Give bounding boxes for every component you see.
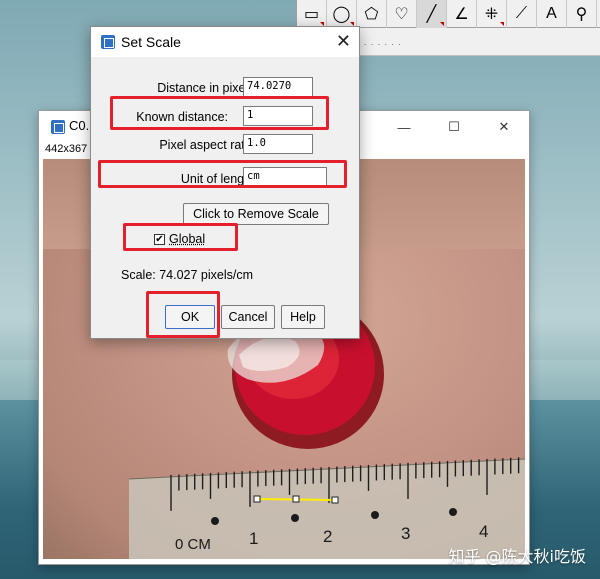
status-dots: · · · · · · · — [357, 40, 402, 49]
oval-tool-icon: ◯ — [332, 6, 351, 23]
image-info: 442x367 — [45, 143, 88, 155]
highlight-unit-of-length — [98, 160, 347, 188]
minimize-button[interactable]: — — [389, 117, 419, 137]
help-button[interactable]: Help — [281, 305, 325, 329]
ruler-dot — [211, 517, 219, 525]
rectangle-tool-button[interactable]: ▭ — [297, 0, 327, 28]
ruler-label-4: 4 — [479, 522, 488, 541]
point-tool-icon: ⁜ — [484, 6, 499, 23]
rectangle-tool-icon: ▭ — [303, 6, 320, 23]
line-tool-icon: ╱ — [426, 6, 437, 23]
highlight-global — [123, 223, 238, 251]
freehand-tool-icon: ♡ — [394, 6, 409, 23]
menu-indicator-icon — [500, 22, 504, 26]
distance-label: Distance in pixels: — [157, 81, 258, 95]
oval-tool-button[interactable]: ◯ — [327, 0, 357, 28]
angle-tool-button[interactable]: ∠ — [447, 0, 477, 28]
menu-indicator-icon — [440, 22, 444, 26]
ruler-dot — [449, 508, 457, 516]
text-tool-button[interactable]: A — [537, 0, 567, 28]
pixel-aspect-ratio-field[interactable]: 1.0 — [243, 134, 313, 154]
watermark: 知乎 @陈大秋i吃饭 — [448, 547, 586, 566]
wand-tool-icon: ⟋ — [515, 5, 528, 22]
distance-in-pixels-field[interactable]: 74.0270 — [243, 77, 313, 97]
scale-text: Scale: 74.027 pixels/cm — [121, 268, 254, 282]
point-tool-button[interactable]: ⁜ — [477, 0, 507, 28]
dialog-close-button[interactable]: ✕ — [336, 31, 351, 52]
ruler-label-0: 0 CM — [175, 536, 211, 553]
ruler-label-1: 1 — [249, 529, 258, 548]
ruler-label-3: 3 — [401, 524, 410, 543]
angle-tool-icon: ∠ — [454, 6, 469, 23]
polygon-tool-icon: ⬠ — [364, 6, 379, 23]
highlight-known-distance — [110, 96, 329, 130]
wand-tool-button[interactable]: ⟋ — [507, 0, 537, 28]
remove-scale-button[interactable]: Click to Remove Scale — [183, 203, 329, 225]
highlight-ok — [146, 291, 220, 338]
magnifier-tool-button[interactable]: ⚲ — [567, 0, 597, 28]
imagej-icon — [101, 35, 115, 49]
close-button[interactable]: ✕ — [489, 117, 519, 137]
maximize-button[interactable]: ☐ — [439, 117, 469, 137]
imagej-toolbar: ▭ ◯ ⬠ ♡ ╱ ∠ ⁜ ⟋ A ⚲ — [296, 0, 600, 28]
text-tool-icon: A — [546, 5, 557, 22]
freehand-tool-button[interactable]: ♡ — [387, 0, 417, 28]
ruler-label-2: 2 — [323, 527, 332, 546]
dialog-titlebar[interactable]: Set Scale ✕ — [91, 27, 359, 57]
dialog-title: Set Scale — [121, 34, 181, 50]
polygon-tool-button[interactable]: ⬠ — [357, 0, 387, 28]
magnifier-tool-icon: ⚲ — [575, 6, 588, 23]
ruler-dot — [291, 514, 299, 522]
aspect-ratio-label: Pixel aspect ratio: — [159, 138, 258, 152]
cancel-button[interactable]: Cancel — [221, 305, 275, 329]
ruler-dot — [371, 511, 379, 519]
line-tool-button[interactable]: ╱ — [417, 0, 447, 28]
